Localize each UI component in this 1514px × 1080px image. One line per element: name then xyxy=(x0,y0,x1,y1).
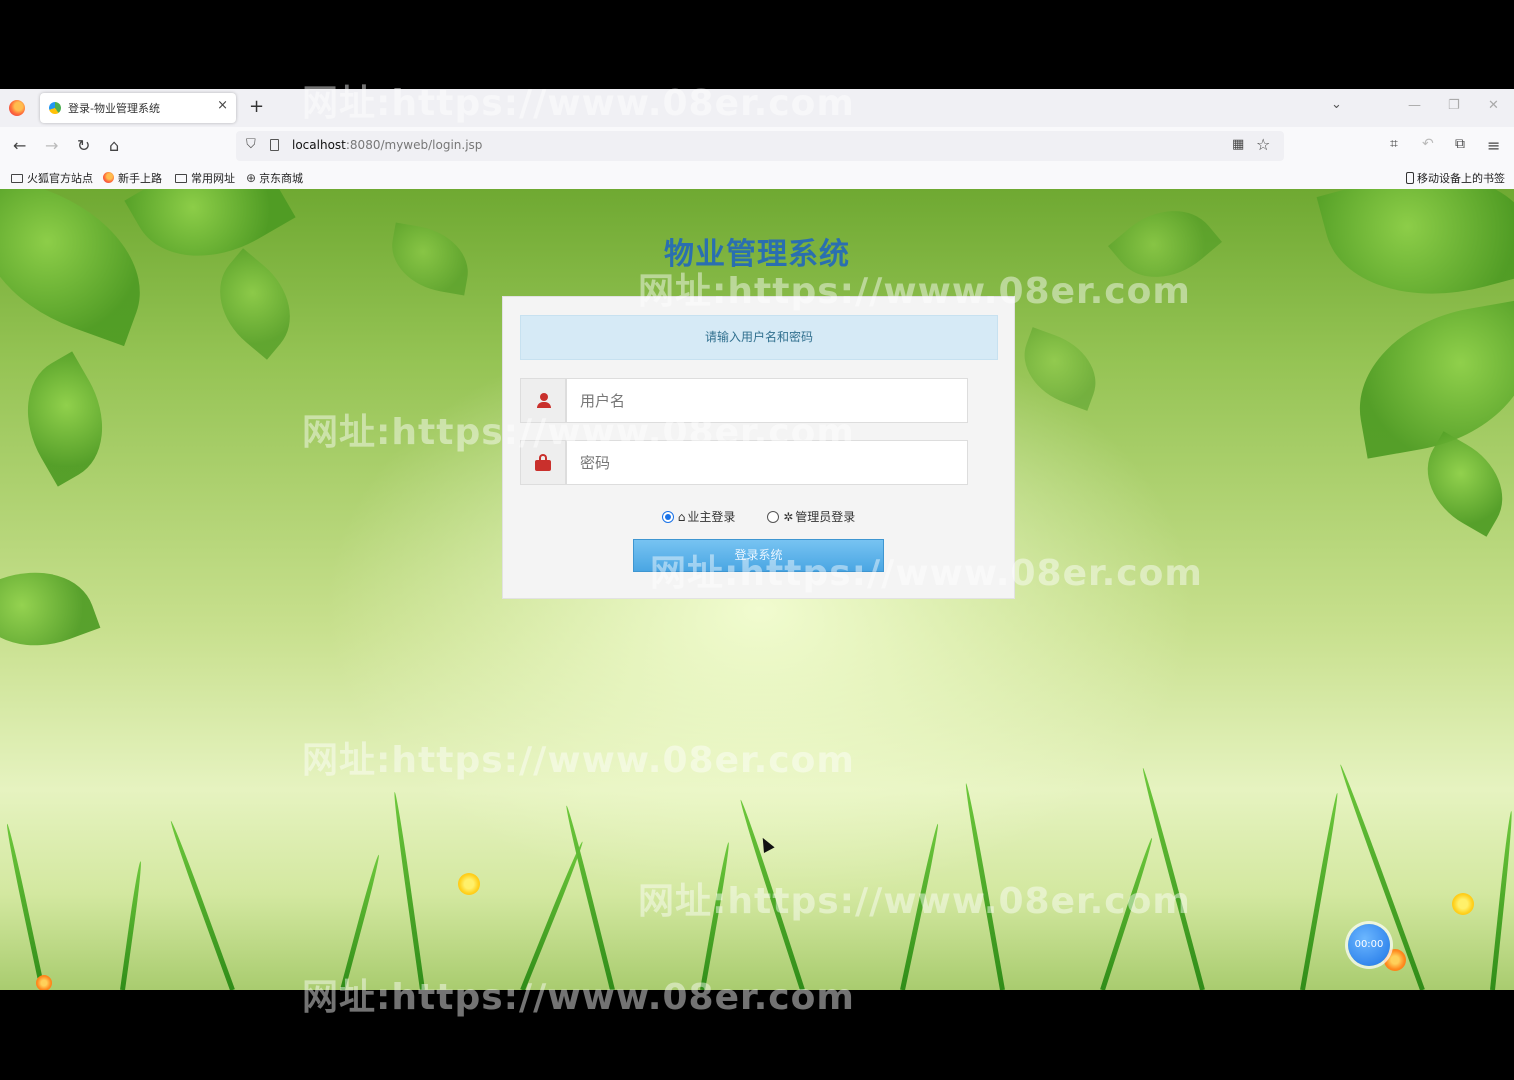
grass-decoration xyxy=(392,791,425,990)
flower-decoration xyxy=(458,873,480,895)
tab-close-icon[interactable]: × xyxy=(217,98,228,113)
shield-icon[interactable]: ⛉ xyxy=(246,137,256,152)
browser-tab[interactable]: 登录-物业管理系统 × xyxy=(40,93,236,123)
flower-decoration xyxy=(1452,893,1474,915)
browser-window: 登录-物业管理系统 × + ⌄ — ❐ ✕ ← → ↻ ⌂ ⛉ localhos… xyxy=(0,89,1514,990)
url-host: localhost xyxy=(292,138,346,152)
mobile-bookmarks[interactable]: 移动设备上的书签 xyxy=(1406,170,1505,186)
folder-icon xyxy=(175,174,187,183)
gear-icon: ✲ xyxy=(783,510,794,524)
username-addon xyxy=(520,378,566,423)
flower-decoration xyxy=(36,975,52,990)
bookmarks-bar: 火狐官方站点 新手上路 常用网址 ⊕ 京东商城 移动设备上的书签 xyxy=(0,165,1514,190)
lock-icon xyxy=(535,454,551,472)
bookmark-item[interactable]: 火狐官方站点 xyxy=(11,170,93,186)
grass-decoration xyxy=(168,820,235,990)
globe-icon: ⊕ xyxy=(246,171,257,185)
username-input[interactable] xyxy=(566,378,968,423)
leaf-decoration xyxy=(1345,299,1514,459)
home-icon: ⌂ xyxy=(677,510,686,524)
undo-icon[interactable]: ↶ xyxy=(1422,136,1434,152)
grass-decoration xyxy=(700,841,732,990)
page-icon xyxy=(270,139,279,151)
radio-owner[interactable]: ⌂ 业主登录 xyxy=(661,508,736,525)
restore-icon[interactable]: ❐ xyxy=(1448,98,1460,113)
bookmark-item[interactable]: 新手上路 xyxy=(103,170,162,186)
radio-admin-label: 管理员登录 xyxy=(795,510,856,524)
back-arrow-icon[interactable]: ← xyxy=(13,136,26,155)
grass-decoration xyxy=(900,823,941,990)
phone-icon xyxy=(1406,172,1414,184)
user-icon xyxy=(536,393,552,409)
reload-icon[interactable]: ↻ xyxy=(77,136,90,155)
grass-decoration xyxy=(340,854,382,990)
login-button[interactable]: 登录系统 xyxy=(633,539,884,572)
qr-code-icon[interactable]: ▦ xyxy=(1232,137,1244,152)
url-text[interactable]: localhost:8080/myweb/login.jsp xyxy=(292,138,482,152)
bookmark-item[interactable]: ⊕ 京东商城 xyxy=(246,170,303,186)
close-window-icon[interactable]: ✕ xyxy=(1488,98,1499,113)
menu-icon[interactable]: ≡ xyxy=(1487,136,1500,155)
grass-decoration xyxy=(1100,837,1155,990)
timer-badge[interactable]: 00:00 xyxy=(1348,924,1390,966)
login-panel: 请输入用户名和密码 ⌂业主登录 ✲管理员登录 xyxy=(502,296,1015,599)
folder-icon xyxy=(11,174,23,183)
forward-arrow-icon[interactable]: → xyxy=(45,136,58,155)
minimize-icon[interactable]: — xyxy=(1408,98,1421,113)
system-title: 物业管理系统 xyxy=(664,237,850,272)
username-field-group xyxy=(520,378,968,423)
mouse-cursor-icon xyxy=(757,835,775,853)
leaf-decoration xyxy=(0,552,101,666)
new-tab-button[interactable]: + xyxy=(249,96,264,117)
bookmark-item[interactable]: 常用网址 xyxy=(175,170,235,186)
login-hint: 请输入用户名和密码 xyxy=(520,315,998,360)
grass-decoration xyxy=(1300,792,1340,990)
role-selector: ⌂ 业主登录 ✲ 管理员登录 xyxy=(503,508,1014,525)
chevron-down-icon[interactable]: ⌄ xyxy=(1331,97,1342,112)
page-content: 物业管理系统 请输入用户名和密码 ⌂业主登录 ✲管理员 xyxy=(0,189,1514,990)
grass-decoration xyxy=(564,805,615,990)
password-input[interactable] xyxy=(566,440,968,485)
bookmark-star-icon[interactable]: ☆ xyxy=(1256,135,1270,154)
radio-admin-button[interactable] xyxy=(767,511,780,523)
firefox-icon xyxy=(103,172,114,183)
grass-decoration xyxy=(520,840,585,990)
grass-decoration xyxy=(120,860,144,990)
home-icon[interactable]: ⌂ xyxy=(109,136,119,155)
radio-admin[interactable]: ✲ 管理员登录 xyxy=(767,508,855,525)
leaf-decoration xyxy=(1012,327,1108,411)
grass-decoration xyxy=(738,799,805,990)
radio-owner-label: 业主登录 xyxy=(687,510,736,524)
extensions-icon[interactable]: ⧉ xyxy=(1455,136,1465,152)
url-path: :8080/myweb/login.jsp xyxy=(345,138,483,152)
grass-decoration xyxy=(963,782,1005,990)
favicon-icon xyxy=(49,102,61,114)
grass-decoration xyxy=(1140,767,1205,990)
tab-title: 登录-物业管理系统 xyxy=(68,102,160,115)
tab-strip: 登录-物业管理系统 × + ⌄ — ❐ ✕ xyxy=(0,89,1514,127)
url-bar[interactable]: ⛉ localhost:8080/myweb/login.jsp ▦ ☆ xyxy=(236,131,1284,161)
grass-decoration xyxy=(1490,810,1514,990)
radio-owner-button[interactable] xyxy=(661,511,674,523)
password-addon xyxy=(520,440,566,485)
grass-decoration xyxy=(4,823,45,990)
firefox-logo-icon[interactable] xyxy=(9,100,25,116)
crop-icon[interactable]: ⌗ xyxy=(1390,136,1398,152)
password-field-group xyxy=(520,440,968,485)
leaf-decoration xyxy=(2,351,128,487)
navigation-bar: ← → ↻ ⌂ ⛉ localhost:8080/myweb/login.jsp… xyxy=(0,127,1514,165)
